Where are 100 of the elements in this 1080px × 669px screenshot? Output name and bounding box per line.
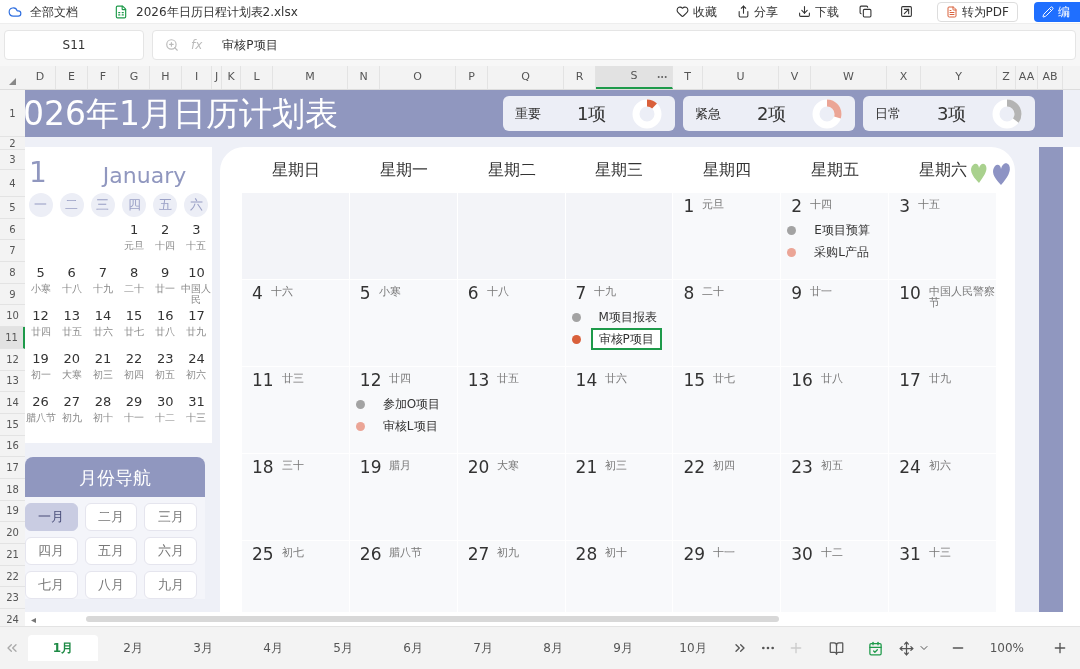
- sheet-tab[interactable]: 3月: [168, 635, 238, 661]
- day-number: 1: [683, 195, 695, 217]
- lunar-date: 廿四: [29, 326, 52, 337]
- cell-reference-field[interactable]: S11: [4, 30, 144, 60]
- day-number: 21: [94, 350, 112, 368]
- lunar-date: 廿一: [810, 286, 834, 297]
- column-header[interactable]: Y: [921, 66, 997, 89]
- sheet-tab[interactable]: 8月: [518, 635, 588, 661]
- column-header[interactable]: G: [119, 66, 150, 89]
- day-number: 4: [252, 282, 263, 304]
- lunar-date: 初五: [820, 460, 844, 471]
- event-label[interactable]: 审核P项目: [590, 328, 662, 350]
- day-number: 2: [161, 221, 170, 239]
- lunar-date: 廿一: [154, 283, 177, 294]
- day-number: 24: [899, 456, 921, 478]
- column-header[interactable]: N: [348, 66, 380, 89]
- column-header[interactable]: U: [703, 66, 779, 89]
- event-label[interactable]: 采购L产品: [806, 241, 877, 263]
- column-header[interactable]: T: [673, 66, 703, 89]
- sheet-tab[interactable]: 5月: [308, 635, 378, 661]
- month-button[interactable]: 八月: [84, 571, 138, 599]
- day-number: 27: [467, 543, 490, 565]
- event-label[interactable]: 参加O项目: [374, 393, 449, 415]
- column-header[interactable]: O: [380, 66, 456, 89]
- lunar-date: 小寒: [378, 286, 402, 297]
- month-button[interactable]: 二月: [84, 503, 138, 531]
- sheet-tab[interactable]: 6月: [378, 635, 448, 661]
- day-number: 29: [683, 543, 706, 565]
- lunar-date: 元旦: [123, 240, 146, 251]
- column-header[interactable]: P: [456, 66, 488, 89]
- zoom-icon[interactable]: [165, 38, 179, 52]
- column-header[interactable]: H: [150, 66, 182, 89]
- formula-field[interactable]: 审核P项目: [222, 36, 278, 54]
- column-header[interactable]: S: [596, 66, 673, 89]
- donut-chart-icon: [811, 97, 843, 130]
- move-icon[interactable]: [898, 640, 914, 656]
- day-number: 28: [94, 393, 112, 411]
- column-header[interactable]: M: [273, 66, 348, 89]
- column-header[interactable]: Q: [488, 66, 564, 89]
- day-number: 28: [575, 543, 598, 565]
- month-button[interactable]: 四月: [25, 537, 78, 565]
- pdf-button[interactable]: 转为PDF: [936, 1, 1018, 22]
- column-header[interactable]: I: [182, 66, 212, 89]
- lunar-date: 初十: [91, 412, 114, 423]
- month-button[interactable]: 七月: [25, 571, 78, 599]
- column-header[interactable]: K: [222, 66, 241, 89]
- sheet-tab[interactable]: 2月: [98, 635, 168, 661]
- edit-button[interactable]: 编: [1034, 1, 1080, 22]
- event-label[interactable]: M项目报表: [590, 306, 665, 328]
- sheet-tab[interactable]: 1月: [28, 635, 98, 661]
- column-header[interactable]: AB: [1038, 66, 1063, 89]
- toolbar-button[interactable]: 收藏: [675, 2, 717, 21]
- day-number: 31: [188, 393, 205, 411]
- sheet-tab[interactable]: 10月: [658, 635, 728, 661]
- event-label[interactable]: E项目预算: [806, 219, 878, 241]
- lunar-date: 初九: [497, 547, 521, 558]
- horizontal-scrollbar[interactable]: [86, 616, 780, 622]
- column-header[interactable]: AA: [1016, 66, 1038, 89]
- column-header[interactable]: W: [811, 66, 887, 89]
- docs-link[interactable]: 全部文档: [30, 2, 78, 21]
- event-label[interactable]: 审核L项目: [374, 415, 446, 437]
- summary-label: 紧急: [695, 104, 722, 123]
- month-button[interactable]: 九月: [144, 571, 197, 599]
- month-button[interactable]: 一月: [25, 503, 78, 531]
- column-header[interactable]: D: [25, 66, 56, 89]
- month-button[interactable]: 三月: [144, 503, 197, 531]
- toolbar-button[interactable]: 分享: [736, 2, 778, 21]
- month-button[interactable]: 五月: [84, 537, 138, 565]
- column-header[interactable]: E: [56, 66, 88, 89]
- weekday-header: 星期日: [271, 159, 320, 181]
- export-icon[interactable]: [899, 5, 913, 18]
- book-icon[interactable]: [828, 640, 844, 656]
- column-header[interactable]: V: [779, 66, 811, 89]
- lunar-date: 三十: [281, 460, 305, 471]
- day-number: 14: [575, 369, 598, 391]
- calendar-check-icon[interactable]: [867, 640, 883, 656]
- summary-count: 3项: [937, 102, 968, 126]
- lunar-date: 腊八节: [389, 547, 424, 558]
- day-number: 13: [63, 307, 80, 325]
- summary-label: 重要: [515, 104, 542, 123]
- column-header[interactable]: J: [212, 66, 222, 89]
- copy-icon[interactable]: [858, 5, 872, 18]
- lunar-date: 十八: [60, 283, 83, 294]
- select-all-icon[interactable]: [9, 78, 16, 85]
- column-header[interactable]: Z: [997, 66, 1016, 89]
- month-button[interactable]: 六月: [144, 537, 197, 565]
- scroll-left-arrow[interactable]: ◂: [31, 611, 37, 626]
- lunar-date: 廿八: [154, 326, 177, 337]
- column-header[interactable]: F: [88, 66, 119, 89]
- lunar-date: 初四: [123, 369, 146, 380]
- row-header[interactable]: 11: [0, 327, 25, 349]
- zoom-in-icon[interactable]: [1052, 640, 1068, 656]
- toolbar-button[interactable]: 下载: [797, 2, 839, 21]
- lunar-date: 十九: [594, 286, 618, 297]
- sheet-tab[interactable]: 4月: [238, 635, 308, 661]
- column-header[interactable]: L: [241, 66, 273, 89]
- day-number: 26: [32, 393, 49, 411]
- sheet-tab[interactable]: 7月: [448, 635, 518, 661]
- sheet-tab[interactable]: 9月: [588, 635, 658, 661]
- column-header[interactable]: X: [887, 66, 921, 89]
